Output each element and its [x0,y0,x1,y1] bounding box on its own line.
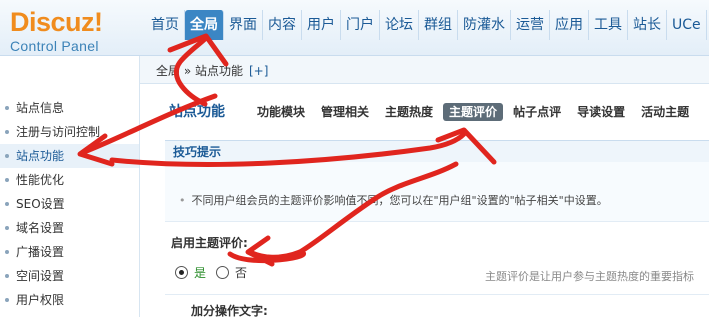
sidebar-item-domain[interactable]: 域名设置 [0,216,139,240]
tips-panel: 不同用户组会员的主题评价影响值不同，您可以在"用户组"设置的"帖子相关"中设置。 [165,162,709,222]
radio-no-label[interactable]: 否 [235,264,247,281]
sidebar-item-seo[interactable]: SEO设置 [0,192,139,216]
breadcrumb-text: 全局 » 站点功能 [156,64,243,78]
sidebar-item-user-permissions[interactable]: 用户权限 [0,288,139,312]
logo-subtitle: Control Panel [10,38,99,54]
nav-users[interactable]: 用户 [302,10,341,40]
nav-forum[interactable]: 论坛 [380,10,419,40]
nav-home[interactable]: 首页 [146,10,185,40]
tab-thread-rating[interactable]: 主题评价 [443,103,504,121]
header: Discuz! Control Panel 首页 全局 界面 内容 用户 门户 … [0,0,709,56]
nav-admin[interactable]: 站长 [628,10,667,40]
tab-post-comments[interactable]: 帖子点评 [507,100,567,122]
breadcrumb-bar: 全局 » 站点功能 [+] [140,56,709,84]
sidebar-item-site-info[interactable]: 站点信息 [0,96,139,120]
radio-yes-label[interactable]: 是 [194,264,206,281]
nav-content[interactable]: 内容 [263,10,302,40]
nav-apps[interactable]: 应用 [550,10,589,40]
breadcrumb: 全局 » 站点功能 [+] [156,62,268,79]
main-content: 站点功能 功能模块 管理相关 主题热度 主题评价 帖子点评 导读设置 活动主题 … [147,90,709,317]
tab-modules[interactable]: 功能模块 [251,100,311,122]
sidebar-item-space[interactable]: 空间设置 [0,264,139,288]
sidebar-item-performance[interactable]: 性能优化 [0,168,139,192]
nav-tools[interactable]: 工具 [589,10,628,40]
logo[interactable]: Discuz! Control Panel [10,8,140,54]
enable-rating-label: 启用主题评价: [171,236,248,250]
tips-header: 技巧提示 [165,140,709,162]
nav-operations[interactable]: 运营 [511,10,550,40]
divider [165,294,709,295]
radio-no[interactable] [216,266,230,279]
sub-navigation: 站点功能 功能模块 管理相关 主题热度 主题评价 帖子点评 导读设置 活动主题 [147,100,709,126]
nav-global[interactable]: 全局 [185,10,224,40]
radio-yes[interactable] [175,266,188,279]
top-navigation: 首页 全局 界面 内容 用户 门户 论坛 群组 防灌水 运营 应用 工具 站长 … [146,10,707,40]
nav-ucenter[interactable]: UCe [667,10,707,40]
nav-interface[interactable]: 界面 [224,10,263,40]
nav-groups[interactable]: 群组 [419,10,458,40]
nav-portal[interactable]: 门户 [341,10,380,40]
tab-activity[interactable]: 活动主题 [635,100,695,122]
enable-rating-radio-group: 是 否 [175,264,257,281]
sub-tabs: 功能模块 管理相关 主题热度 主题评价 帖子点评 导读设置 活动主题 [251,100,699,122]
tab-thread-heat[interactable]: 主题热度 [379,100,439,122]
plus-action-text-label: 加分操作文字: [191,304,268,317]
sidebar: 站点信息 注册与访问控制 站点功能 性能优化 SEO设置 域名设置 广播设置 空… [0,56,140,317]
sidebar-item-register-access[interactable]: 注册与访问控制 [0,120,139,144]
nav-antispam[interactable]: 防灌水 [458,10,511,40]
sidebar-item-broadcast[interactable]: 广播设置 [0,240,139,264]
add-shortcut-button[interactable]: [+] [249,64,268,78]
setting-description: 主题评价是让用户参与主题热度的重要指标 [485,270,694,283]
tab-guide[interactable]: 导读设置 [571,100,631,122]
sidebar-item-site-functions[interactable]: 站点功能 [0,144,139,168]
page-title: 站点功能 [169,104,225,120]
tips-text: 不同用户组会员的主题评价影响值不同，您可以在"用户组"设置的"帖子相关"中设置。 [179,192,608,208]
logo-text: Discuz! [10,7,103,37]
tab-management[interactable]: 管理相关 [315,100,375,122]
